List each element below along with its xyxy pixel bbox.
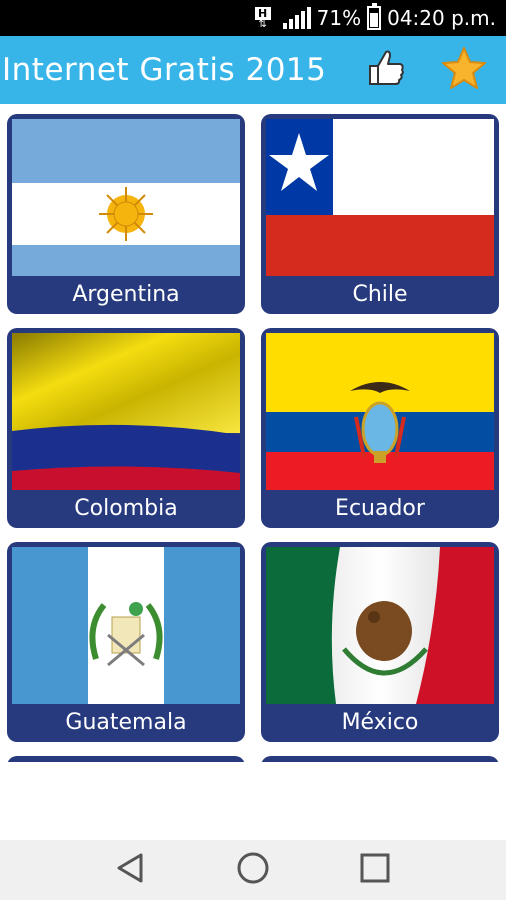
country-card-guatemala[interactable]: Guatemala: [7, 542, 245, 742]
battery-icon: [367, 3, 382, 30]
grid-fade-cover: [0, 762, 506, 840]
country-card-chile[interactable]: Chile: [261, 114, 499, 314]
signal-strength-icon: [282, 7, 311, 29]
country-card-argentina[interactable]: Argentina: [7, 114, 245, 314]
status-bar: H ⇅ 71% 04:20 p.m.: [0, 0, 506, 36]
country-label: Argentina: [72, 282, 180, 307]
country-grid: Argentina Chile Colombia Ecuador Guatema…: [0, 104, 506, 840]
country-card-ecuador[interactable]: Ecuador: [261, 328, 499, 528]
mexico-flag-image: [266, 547, 494, 704]
recents-square-icon[interactable]: [359, 852, 391, 888]
guatemala-flag-image: [12, 547, 240, 704]
country-label: México: [341, 710, 419, 735]
network-type-icon: H ⇅: [253, 6, 273, 30]
star-icon[interactable]: [440, 44, 488, 92]
chile-flag-image: [266, 119, 494, 276]
home-circle-icon[interactable]: [236, 851, 270, 889]
navigation-bar: [0, 840, 506, 900]
app-title: Internet Gratis 2015: [2, 52, 327, 88]
back-triangle-icon[interactable]: [115, 852, 147, 888]
thumbs-up-icon[interactable]: [362, 44, 410, 92]
country-label: Guatemala: [65, 710, 187, 735]
country-label: Colombia: [74, 496, 178, 521]
country-card-colombia[interactable]: Colombia: [7, 328, 245, 528]
country-label: Ecuador: [335, 496, 425, 521]
ecuador-flag-image: [266, 333, 494, 490]
country-label: Chile: [352, 282, 408, 307]
colombia-flag-image: [12, 333, 240, 490]
country-card-mexico[interactable]: México: [261, 542, 499, 742]
app-bar: Internet Gratis 2015: [0, 36, 506, 104]
clock: 04:20 p.m.: [387, 6, 496, 30]
battery-percent: 71%: [316, 6, 362, 30]
argentina-flag-image: [12, 119, 240, 276]
